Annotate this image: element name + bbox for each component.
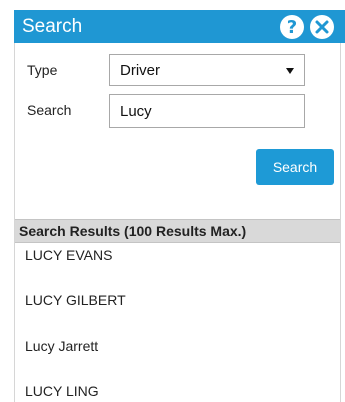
chevron-down-icon: [286, 68, 294, 74]
type-select-value: Driver: [120, 62, 160, 79]
help-icon[interactable]: ?: [280, 15, 304, 39]
type-select[interactable]: Driver: [109, 54, 305, 86]
close-icon[interactable]: [310, 15, 334, 39]
search-header-bar: Search ?: [14, 10, 345, 43]
panel-title: Search: [22, 16, 83, 37]
search-input[interactable]: [109, 94, 305, 128]
list-item[interactable]: Lucy Jarrett: [25, 338, 98, 354]
search-label: Search: [27, 102, 72, 118]
results-list: LUCY EVANS LUCY GILBERT Lucy Jarrett LUC…: [15, 242, 340, 402]
search-panel-body: Type Driver Search Search Search Results…: [14, 43, 341, 402]
type-label: Type: [27, 62, 58, 78]
results-header: Search Results (100 Results Max.): [15, 219, 340, 243]
search-button[interactable]: Search: [256, 149, 334, 185]
results-header-label: Search Results (100 Results Max.): [19, 223, 247, 239]
list-item[interactable]: LUCY GILBERT: [25, 292, 126, 308]
list-item[interactable]: LUCY EVANS: [25, 247, 112, 263]
search-panel: Search ? Type Driver Search Search Searc…: [0, 0, 345, 402]
list-item[interactable]: LUCY LING: [25, 383, 99, 399]
